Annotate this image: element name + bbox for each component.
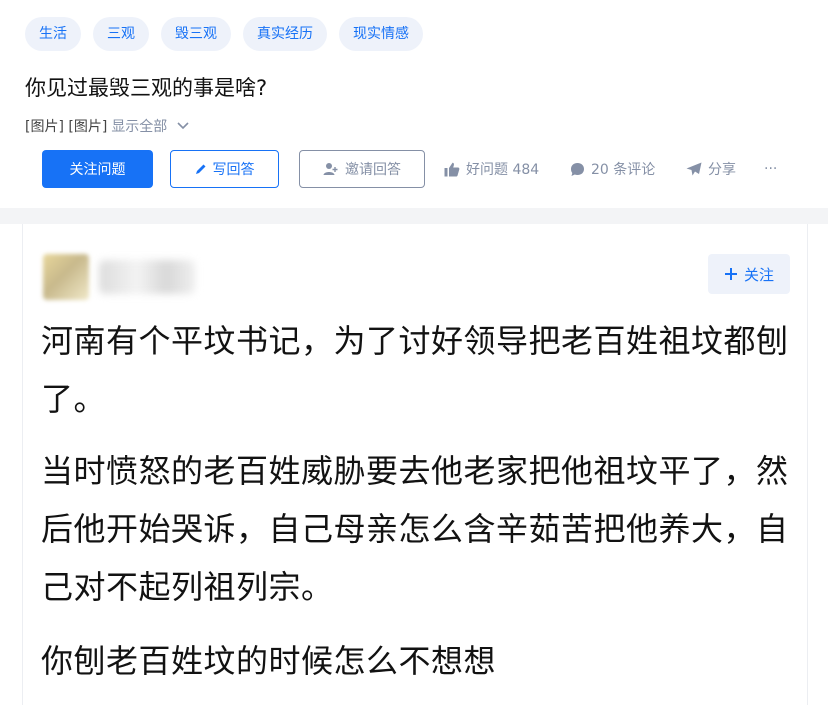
follow-author-button[interactable]: 关注 bbox=[708, 254, 790, 294]
topic-tag[interactable]: 三观 bbox=[93, 17, 149, 51]
chevron-down-icon[interactable] bbox=[177, 122, 189, 130]
share-button[interactable]: 分享 bbox=[686, 150, 736, 188]
write-answer-label: 写回答 bbox=[212, 162, 255, 178]
topic-tag[interactable]: 现实情感 bbox=[339, 17, 423, 51]
invite-user-icon bbox=[323, 162, 339, 176]
invite-answer-label: 邀请回答 bbox=[345, 162, 401, 178]
answer-content: 河南有个平坟书记，为了讨好领导把老百姓祖坟都刨了。 当时愤怒的老百姓威胁要去他老… bbox=[41, 312, 791, 690]
answer-paragraph: 河南有个平坟书记，为了讨好领导把老百姓祖坟都刨了。 bbox=[41, 322, 789, 418]
pencil-icon bbox=[195, 163, 207, 175]
comment-bubble-icon bbox=[570, 162, 585, 177]
plus-icon bbox=[724, 267, 738, 281]
share-label: 分享 bbox=[708, 162, 736, 178]
comments-button[interactable]: 20 条评论 bbox=[570, 150, 655, 188]
invite-answer-button[interactable]: 邀请回答 bbox=[299, 150, 425, 188]
answer-card: 关注 河南有个平坟书记，为了讨好领导把老百姓祖坟都刨了。 当时愤怒的老百姓威胁要… bbox=[22, 224, 808, 705]
show-all-link[interactable]: 显示全部 bbox=[111, 116, 167, 136]
follow-question-button[interactable]: 关注问题 bbox=[42, 150, 153, 188]
more-options-button[interactable]: ··· bbox=[764, 150, 777, 188]
excerpt-images: [图片] [图片] bbox=[25, 119, 108, 135]
topic-tag[interactable]: 真实经历 bbox=[243, 17, 327, 51]
topic-tag[interactable]: 生活 bbox=[25, 17, 81, 51]
thumbs-up-icon bbox=[444, 162, 460, 177]
follow-author-label: 关注 bbox=[743, 265, 774, 284]
question-actions: 关注问题 写回答 邀请回答 好问题 484 20 条评论 分享 ··· bbox=[42, 150, 812, 188]
follow-question-label: 关注问题 bbox=[69, 162, 126, 178]
topic-tags: 生活 三观 毁三观 真实经历 现实情感 bbox=[25, 17, 423, 51]
topic-tag[interactable]: 毁三观 bbox=[161, 17, 231, 51]
write-answer-button[interactable]: 写回答 bbox=[170, 150, 279, 188]
answer-author[interactable] bbox=[43, 246, 203, 302]
section-divider bbox=[0, 208, 828, 224]
answer-paragraph: 当时愤怒的老百姓威胁要去他老家把他祖坟平了，然后他开始哭诉，自己母亲怎么含辛茹苦… bbox=[41, 452, 789, 606]
question-excerpt[interactable]: [图片] [图片] 显示全部 bbox=[25, 116, 189, 136]
question-card: 生活 三观 毁三观 真实经历 现实情感 你见过最毁三观的事是啥? [图片] [图… bbox=[0, 0, 828, 208]
comments-count: 20 条评论 bbox=[591, 162, 656, 178]
share-plane-icon bbox=[686, 162, 702, 176]
more-dots-icon: ··· bbox=[764, 161, 778, 177]
answer-paragraph: 你刨老百姓坟的时候怎么不想想 bbox=[41, 642, 497, 680]
author-name-blurred[interactable] bbox=[99, 260, 195, 294]
good-question-count: 好问题 484 bbox=[466, 162, 540, 178]
question-title[interactable]: 你见过最毁三观的事是啥? bbox=[25, 72, 267, 102]
avatar[interactable] bbox=[43, 254, 89, 300]
good-question-button[interactable]: 好问题 484 bbox=[444, 150, 539, 188]
